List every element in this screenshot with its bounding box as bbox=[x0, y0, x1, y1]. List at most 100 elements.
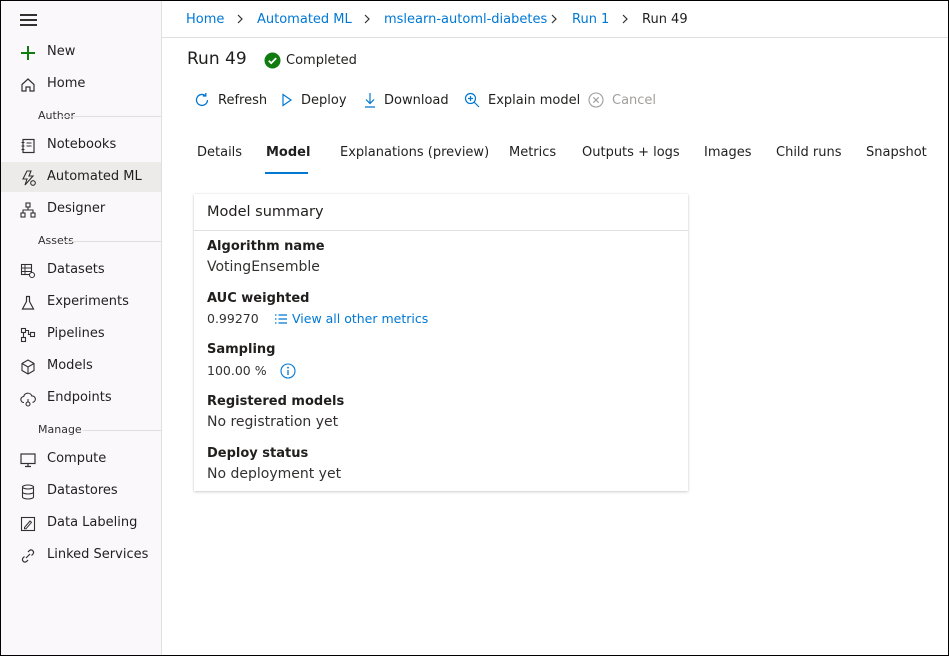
sidebar-item-new[interactable]: New bbox=[1, 37, 161, 67]
breadcrumb-experiment[interactable]: mslearn-automl-diabetes bbox=[384, 12, 547, 27]
hamburger-menu-icon[interactable] bbox=[20, 13, 38, 27]
sidebar-item-linked-services[interactable]: Linked Services bbox=[1, 540, 161, 570]
status-badge: Completed bbox=[264, 51, 357, 69]
explain-model-button[interactable]: Explain model bbox=[463, 90, 580, 110]
chevron-right-icon bbox=[622, 14, 628, 24]
breadcrumb-home[interactable]: Home bbox=[186, 12, 224, 27]
section-divider bbox=[61, 116, 161, 117]
card-title: Model summary bbox=[207, 204, 324, 220]
view-all-metrics-link[interactable]: View all other metrics bbox=[274, 311, 428, 326]
sidebar-item-label: Pipelines bbox=[47, 326, 105, 341]
tab-details[interactable]: Details bbox=[197, 145, 242, 160]
page-title: Run 49 bbox=[187, 49, 247, 69]
algorithm-name-value: VotingEnsemble bbox=[207, 259, 320, 275]
refresh-button[interactable]: Refresh bbox=[193, 90, 267, 110]
section-divider bbox=[61, 241, 161, 242]
sidebar-item-home[interactable]: Home bbox=[1, 69, 161, 99]
sidebar-item-models[interactable]: Models bbox=[1, 351, 161, 381]
home-icon bbox=[21, 78, 35, 92]
sidebar-item-label: Datasets bbox=[47, 262, 105, 277]
sidebar-item-label: Endpoints bbox=[47, 390, 112, 405]
download-button[interactable]: Download bbox=[363, 90, 449, 110]
cancel-icon bbox=[588, 92, 604, 108]
tab-model[interactable]: Model bbox=[266, 145, 310, 160]
list-icon bbox=[275, 313, 287, 324]
sidebar-item-datastores[interactable]: Datastores bbox=[1, 476, 161, 506]
sidebar-item-notebooks[interactable]: Notebooks bbox=[1, 130, 161, 160]
section-label-manage: Manage bbox=[38, 423, 82, 436]
check-circle-icon bbox=[264, 52, 281, 68]
link-icon bbox=[21, 549, 35, 563]
deploy-button[interactable]: Deploy bbox=[280, 90, 347, 110]
sidebar-item-label: Data Labeling bbox=[47, 515, 138, 530]
sidebar-item-endpoints[interactable]: Endpoints bbox=[1, 383, 161, 413]
registered-models-value: No registration yet bbox=[207, 414, 339, 430]
sidebar-item-pipelines[interactable]: Pipelines bbox=[1, 319, 161, 349]
cancel-label: Cancel bbox=[612, 92, 657, 108]
auc-weighted-label: AUC weighted bbox=[207, 291, 310, 306]
tab-explanations[interactable]: Explanations (preview) bbox=[340, 145, 489, 160]
cancel-button[interactable]: Cancel bbox=[587, 90, 656, 110]
model-summary-card: Model summary Algorithm name VotingEnsem… bbox=[194, 194, 688, 491]
deploy-status-label: Deploy status bbox=[207, 446, 309, 461]
active-tab-indicator bbox=[265, 172, 308, 174]
view-all-metrics-label: View all other metrics bbox=[292, 311, 429, 326]
section-divider bbox=[83, 430, 161, 431]
breadcrumb-run-1[interactable]: Run 1 bbox=[572, 12, 609, 27]
auc-weighted-value: 0.99270 bbox=[207, 311, 259, 326]
sidebar-item-label: Models bbox=[47, 358, 93, 373]
algorithm-name-label: Algorithm name bbox=[207, 239, 325, 254]
breadcrumb-automated-ml[interactable]: Automated ML bbox=[257, 12, 352, 27]
sidebar-item-label: Automated ML bbox=[47, 169, 142, 184]
pipelines-icon bbox=[20, 327, 36, 343]
left-navigation: New Home Author Notebooks Automated ML D… bbox=[1, 1, 162, 655]
automated-ml-icon bbox=[22, 170, 36, 186]
sidebar-item-label: Datastores bbox=[47, 483, 118, 498]
deploy-status-value: No deployment yet bbox=[207, 466, 342, 482]
card-divider bbox=[194, 230, 688, 231]
sidebar-item-label: Compute bbox=[47, 451, 107, 466]
refresh-label: Refresh bbox=[218, 92, 268, 108]
sidebar-item-data-labeling[interactable]: Data Labeling bbox=[1, 508, 161, 538]
plus-icon bbox=[21, 46, 35, 60]
labeling-icon bbox=[20, 516, 36, 532]
info-icon[interactable] bbox=[280, 363, 296, 379]
database-icon bbox=[21, 484, 35, 500]
tab-images[interactable]: Images bbox=[704, 145, 752, 160]
datasets-icon bbox=[20, 263, 36, 279]
flask-icon bbox=[21, 295, 35, 310]
sidebar-item-compute[interactable]: Compute bbox=[1, 444, 161, 474]
sidebar-item-designer[interactable]: Designer bbox=[1, 194, 161, 224]
cloud-endpoint-icon bbox=[20, 392, 36, 407]
breadcrumb: Home Automated ML mslearn-automl-diabete… bbox=[162, 1, 948, 38]
tab-outputs-logs[interactable]: Outputs + logs bbox=[582, 145, 680, 160]
sampling-label: Sampling bbox=[207, 342, 276, 357]
sidebar-item-automated-ml[interactable]: Automated ML bbox=[1, 162, 161, 192]
sidebar-item-datasets[interactable]: Datasets bbox=[1, 255, 161, 285]
tab-child-runs[interactable]: Child runs bbox=[776, 145, 842, 160]
play-icon bbox=[282, 93, 293, 107]
deploy-label: Deploy bbox=[301, 92, 347, 108]
download-icon bbox=[365, 93, 375, 108]
chevron-right-icon bbox=[364, 14, 370, 24]
app-window: New Home Author Notebooks Automated ML D… bbox=[0, 0, 949, 656]
chevron-right-icon bbox=[237, 14, 243, 24]
sidebar-item-label: Notebooks bbox=[47, 137, 117, 152]
designer-icon bbox=[20, 202, 36, 218]
sampling-value: 100.00 % bbox=[207, 363, 267, 378]
download-label: Download bbox=[384, 92, 449, 108]
explain-model-label: Explain model bbox=[488, 92, 581, 108]
monitor-icon bbox=[20, 453, 36, 468]
refresh-icon bbox=[195, 93, 209, 107]
tab-metrics[interactable]: Metrics bbox=[509, 145, 556, 160]
explain-icon bbox=[464, 92, 480, 108]
sidebar-item-label: Experiments bbox=[47, 294, 129, 309]
sidebar-item-experiments[interactable]: Experiments bbox=[1, 287, 161, 317]
sidebar-item-label: New bbox=[47, 44, 76, 59]
cube-icon bbox=[21, 359, 35, 375]
sidebar-item-label: Home bbox=[47, 76, 86, 91]
chevron-right-icon bbox=[551, 14, 557, 24]
registered-models-label: Registered models bbox=[207, 394, 345, 409]
tab-snapshot[interactable]: Snapshot bbox=[866, 145, 927, 160]
sidebar-item-label: Designer bbox=[47, 201, 106, 216]
